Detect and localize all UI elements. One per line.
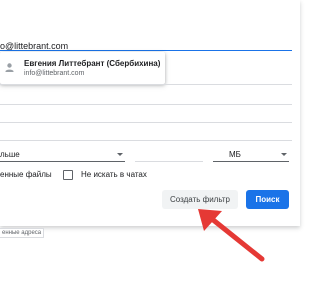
search-options-panel: o@littebrant.com Евгения Литтебрант (Сбе… [0, 0, 300, 226]
from-field-underline [0, 50, 292, 51]
chevron-down-icon [117, 153, 123, 156]
to-field-underline[interactable] [0, 84, 292, 85]
red-arrow-icon [198, 209, 265, 262]
subject-field-underline[interactable] [0, 104, 292, 105]
has-words-field-underline[interactable] [0, 122, 292, 123]
size-unit-value: МБ [229, 150, 241, 159]
size-operator-value: льше [0, 150, 20, 159]
chevron-down-icon [281, 153, 287, 156]
no-chats-label[interactable]: Не искать в чатах [81, 170, 147, 179]
person-icon [2, 60, 17, 75]
contact-suggestion[interactable]: Евгения Литтебрант (Сбербихина) info@lit… [0, 52, 165, 84]
footnote-text: енные адреса [0, 228, 45, 238]
size-unit-select[interactable]: МБ [213, 147, 289, 161]
size-unit-underline [213, 161, 289, 162]
suggestion-name: Евгения Литтебрант (Сбербихина) [24, 59, 161, 68]
size-operator-underline [0, 161, 125, 162]
doesnt-have-field-underline[interactable] [0, 140, 292, 141]
no-chats-checkbox[interactable] [63, 170, 73, 180]
has-attachment-label[interactable]: енные файлы [0, 170, 52, 179]
size-operator-select[interactable]: льше [0, 147, 125, 161]
size-value-input[interactable] [135, 161, 203, 162]
suggestion-email: info@littebrant.com [24, 70, 85, 77]
